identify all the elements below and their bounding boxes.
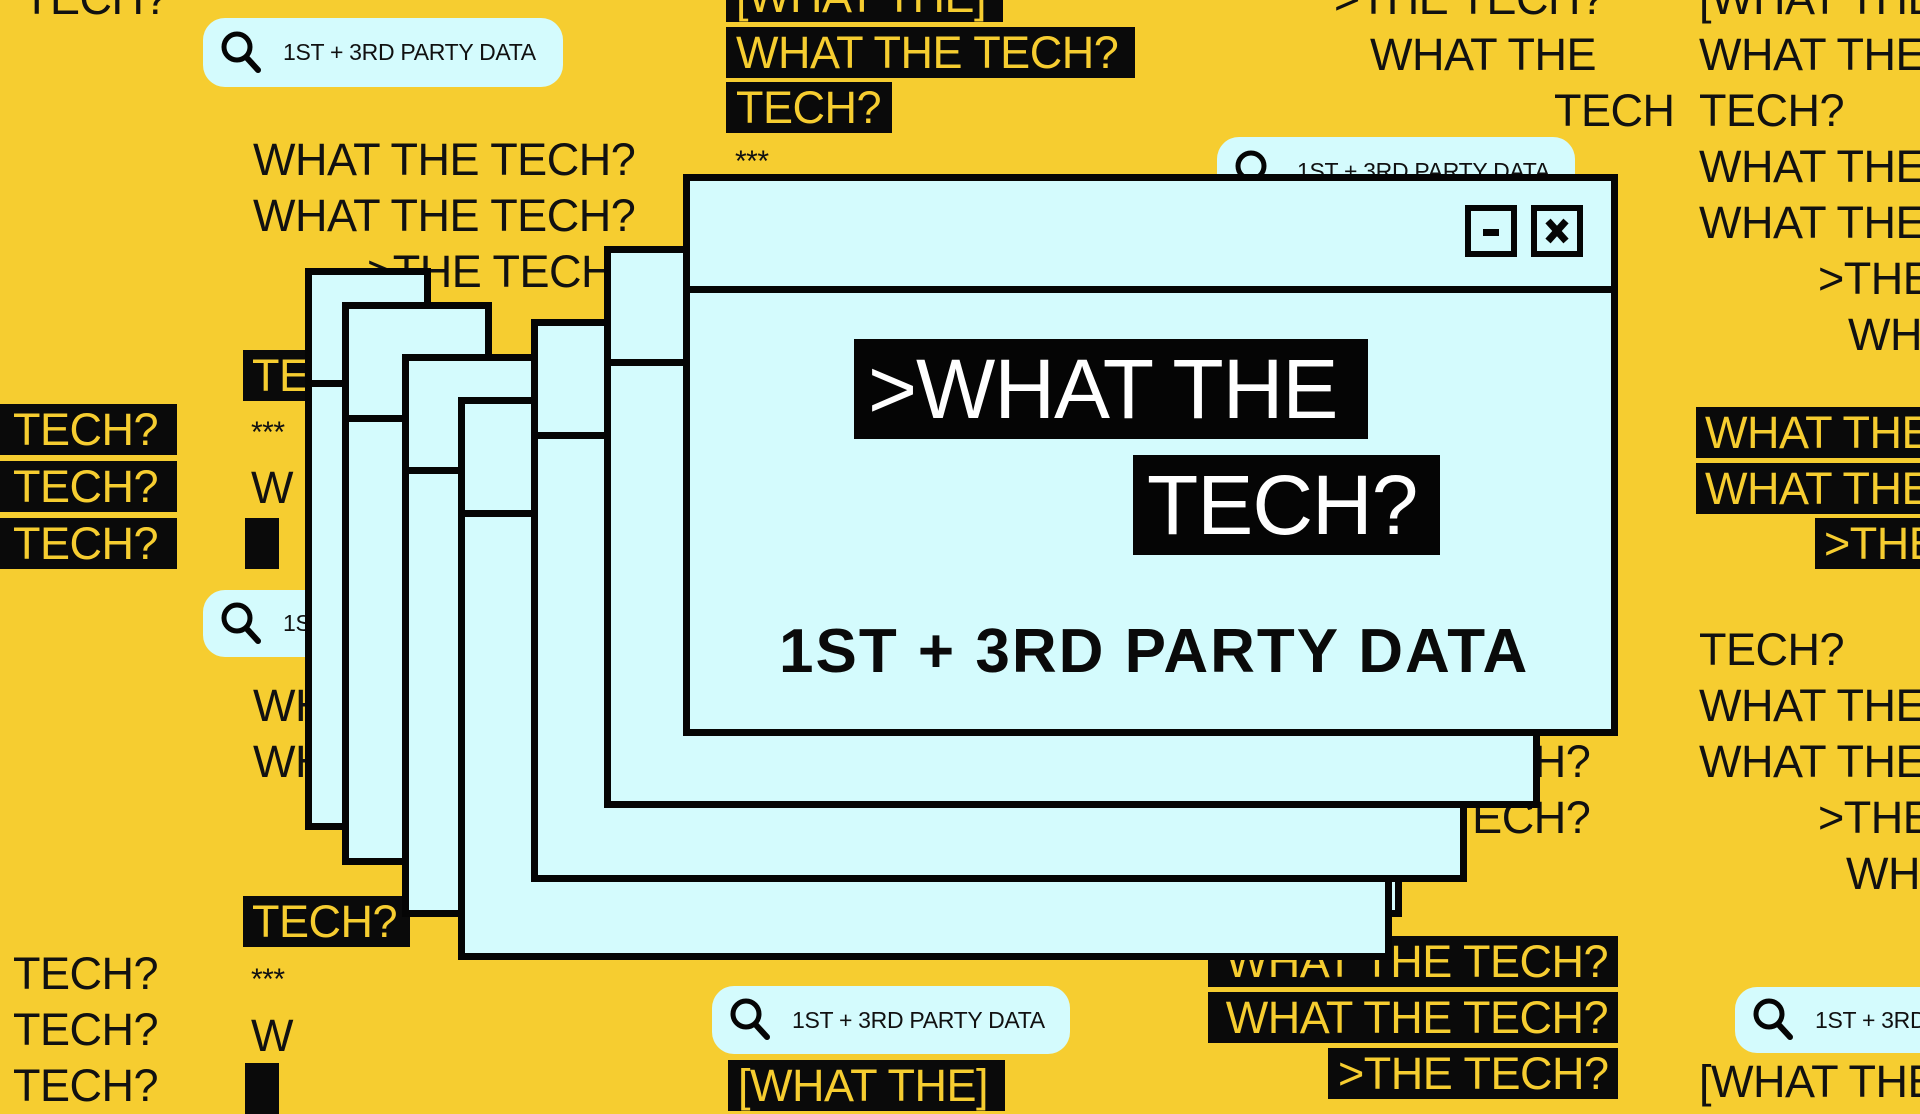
bg-text: WHAT THE xyxy=(1848,309,1920,360)
bg-text: [WHAT THE] xyxy=(1699,0,1920,27)
bg-text: WHAT THE xyxy=(1370,29,1597,80)
minimize-icon xyxy=(1483,229,1499,236)
bg-text: TECH? xyxy=(23,0,169,27)
bg-text: WHAT THE xyxy=(1846,848,1920,899)
bg-text: >THE TECH? xyxy=(1334,0,1605,27)
search-icon xyxy=(221,602,261,644)
main-window[interactable]: >WHAT THE TECH? 1ST + 3RD PARTY DATA xyxy=(683,174,1618,736)
stars-text: *** xyxy=(251,963,285,996)
bg-text: WHAT THE TECH? xyxy=(253,190,636,241)
bg-text: TECH? xyxy=(13,1060,159,1111)
highlight-text: TECH? xyxy=(0,518,177,569)
bg-text: WHAT THE TECH? xyxy=(1699,736,1920,787)
highlight-text: [WHAT THE] xyxy=(726,0,1003,22)
bg-text: TECH? xyxy=(13,1004,159,1055)
highlight-text: WHAT THE TECH? xyxy=(1696,407,1920,458)
bg-text: WHAT THE TECH? xyxy=(1699,680,1920,731)
bg-text: W xyxy=(251,462,293,513)
bg-text: >THE TECH? xyxy=(1818,253,1920,304)
text-cursor xyxy=(245,1063,279,1114)
search-pill[interactable]: 1ST + 3RD PARTY DATA xyxy=(1735,987,1920,1053)
bg-text: [WHAT THE] xyxy=(1699,1056,1920,1107)
close-icon xyxy=(1545,218,1569,244)
title-line-2: TECH? xyxy=(1133,455,1440,555)
bg-text: TECH? xyxy=(13,948,159,999)
bg-text: WHAT THE TECH? xyxy=(1699,29,1920,80)
highlight-text: [WHAT THE] xyxy=(728,1060,1005,1111)
title-line-1: >WHAT THE xyxy=(854,339,1368,439)
highlight-text: WHAT THE TECH? xyxy=(726,27,1135,78)
highlight-text: TECH? xyxy=(243,896,410,947)
search-icon xyxy=(730,998,770,1040)
close-button[interactable] xyxy=(1531,205,1583,257)
search-pill-text: 1ST + 3RD PARTY DATA xyxy=(1815,1006,1920,1033)
highlight-text: TECH? xyxy=(726,82,892,133)
highlight-text: >THE TECH? xyxy=(1815,518,1920,569)
highlight-text: WHAT THE TECH? xyxy=(1208,992,1618,1043)
highlight-text: >THE TECH? xyxy=(1328,1048,1618,1099)
highlight-text: TECH? xyxy=(0,461,177,512)
search-pill-text: 1ST + 3RD PARTY DATA xyxy=(283,39,536,65)
highlight-text: TECH? xyxy=(0,404,177,455)
bg-text: TECH? xyxy=(1699,85,1845,136)
search-pill-text: 1ST + 3RD PARTY DATA xyxy=(792,1006,1045,1033)
search-pill[interactable]: 1ST + 3RD PARTY DATA xyxy=(712,986,1070,1054)
search-pill[interactable]: 1ST + 3RD PARTY DATA xyxy=(203,18,563,87)
stars-text: *** xyxy=(251,416,285,449)
bg-text: WHAT THE TECH? xyxy=(1699,141,1920,192)
minimize-button[interactable] xyxy=(1465,205,1517,257)
highlight-text: WHAT THE TECH? xyxy=(1696,463,1920,514)
bg-text: WHAT THE TECH? xyxy=(253,134,636,185)
subtitle: 1ST + 3RD PARTY DATA xyxy=(779,617,1530,686)
search-icon xyxy=(221,31,261,73)
text-cursor xyxy=(245,518,279,569)
bg-text: WHAT THE TECH? xyxy=(1699,197,1920,248)
bg-text: >THE TECH? xyxy=(1818,792,1920,843)
bg-text: W xyxy=(251,1010,293,1061)
bg-text: TECH xyxy=(1554,85,1675,136)
bg-text: TECH? xyxy=(1699,624,1845,675)
window-titlebar-divider xyxy=(690,286,1611,293)
search-icon xyxy=(1753,998,1793,1040)
